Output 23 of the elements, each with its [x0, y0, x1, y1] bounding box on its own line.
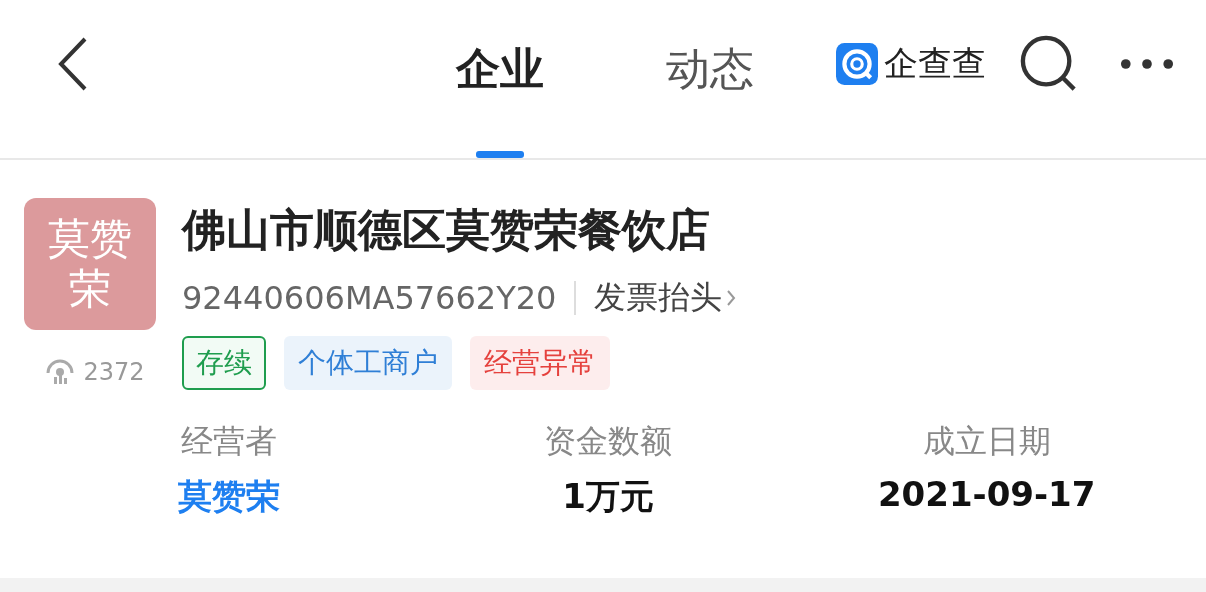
invoice-link[interactable]: 发票抬头 [594, 276, 737, 320]
fact-label: 经营者 [181, 421, 278, 462]
fact-link[interactable]: 莫赞荣 [178, 474, 281, 520]
company-name: 佛山市顺德区莫赞荣餐饮店 [182, 203, 711, 257]
status-tag: 个体工商户 [284, 336, 452, 390]
logo-icon [836, 43, 878, 85]
fact-value: 2021-09-17 [877, 474, 1096, 514]
status-tag: 存续 [182, 336, 266, 390]
credit-code: 92440606MA57662Y20 [182, 279, 557, 317]
search-icon[interactable] [1020, 35, 1078, 93]
chevron-icon [726, 289, 737, 307]
fact-value: 1万元 [562, 475, 654, 518]
view-count: 2372 [83, 358, 145, 386]
more-icon[interactable] [1120, 58, 1174, 70]
fact-label: 资金数额 [544, 421, 672, 462]
tab[interactable]: 企业 [440, 0, 560, 158]
tab[interactable]: 动态 [650, 0, 770, 158]
brand-name: 企查查 [884, 42, 986, 85]
views-icon [45, 359, 76, 385]
fact-label: 成立日期 [922, 421, 1051, 462]
status-tag: 经营异常 [470, 336, 610, 390]
company-avatar: 莫赞荣 [24, 198, 156, 330]
back-icon[interactable] [58, 37, 88, 91]
